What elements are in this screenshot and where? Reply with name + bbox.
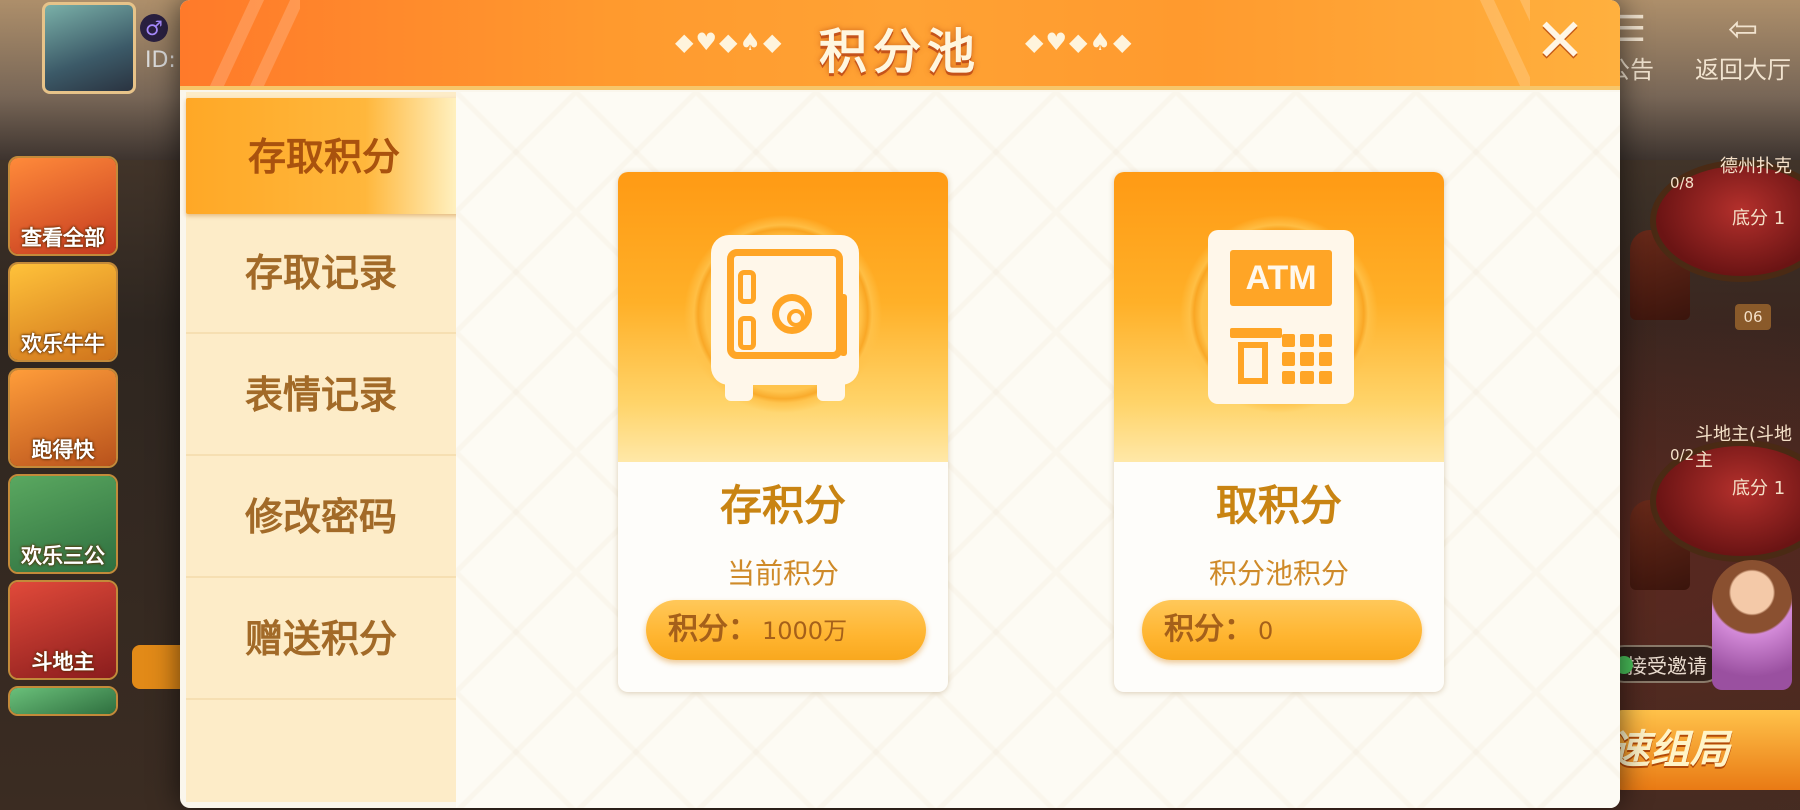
cards-icon	[10, 688, 116, 714]
game-tile-more[interactable]	[8, 686, 118, 716]
table-name: 德州扑克	[1720, 156, 1792, 177]
game-tile-label: 欢乐牛牛	[21, 332, 105, 356]
points-pool-dialog: ◆♥◆♠◆ 积分池 ◆♥◆♠◆ ✕ 存取积分 存取记录 表情记录 修改密码 赠送…	[180, 0, 1620, 808]
card-title: 存积分	[719, 481, 846, 530]
dialog-header: ◆♥◆♠◆ 积分池 ◆♥◆♠◆ ✕	[180, 0, 1620, 90]
deposit-card[interactable]: 存积分 当前积分 积分： 1000万	[618, 172, 948, 692]
card-banner	[618, 172, 948, 462]
back-arrow-icon: ⇦	[1727, 9, 1759, 50]
game-tile-label: 斗地主	[31, 650, 95, 674]
menu-item-gift-points[interactable]: 赠送积分	[186, 580, 456, 700]
menu-item-deposit-withdraw[interactable]: 存取积分	[186, 98, 462, 214]
card-banner: ATM	[1114, 172, 1444, 462]
table-base: 底分 1	[1732, 208, 1786, 229]
menu-item-records[interactable]: 存取记录	[186, 214, 456, 334]
quick-match-button[interactable]: 速组局	[1610, 710, 1800, 790]
hostess-character	[1712, 560, 1792, 690]
quick-label: 速组局	[1610, 727, 1730, 773]
points-label: 积分：	[1164, 612, 1254, 647]
seat-count: 0/8	[1670, 174, 1695, 192]
safe-icon	[711, 235, 859, 401]
accept-invite-toggle[interactable]: 接受邀请	[1605, 645, 1723, 683]
avatar[interactable]	[42, 2, 136, 94]
points-value: 1000万	[762, 617, 848, 645]
game-tile-sangong[interactable]: 欢乐三公	[8, 474, 118, 574]
withdraw-card[interactable]: ATM 取积分 积分池积分 积分： 0	[1114, 172, 1444, 692]
menu-item-emoji-records[interactable]: 表情记录	[186, 336, 456, 456]
atm-screen: ATM	[1230, 250, 1332, 306]
game-tile-label: 欢乐三公	[21, 544, 105, 568]
points-label: 积分：	[668, 612, 758, 647]
dialog-title: 积分池	[818, 24, 981, 80]
table-name: 斗地主(斗地主	[1695, 424, 1793, 471]
card-subtitle: 积分池积分	[1208, 557, 1349, 590]
back-to-hall-button[interactable]: ⇦ 返回大厅	[1688, 10, 1798, 85]
points-display: 积分： 0	[1142, 600, 1422, 660]
game-tile-all[interactable]: 查看全部	[8, 156, 118, 256]
game-list: 查看全部 欢乐牛牛 跑得快 欢乐三公 斗地主	[8, 156, 118, 722]
suit-decoration: ◆♥◆♠◆	[1025, 28, 1134, 56]
user-id-label: ID:	[145, 48, 176, 73]
content-panel: 存积分 当前积分 积分： 1000万 ATM 取积分 积分池积分 积分： 0	[456, 92, 1620, 808]
card-subtitle: 当前积分	[726, 557, 839, 590]
invite-label: 接受邀请	[1627, 654, 1707, 678]
table-number-badge: 06	[1735, 304, 1771, 330]
side-menu: 存取积分 存取记录 表情记录 修改密码 赠送积分	[186, 92, 462, 802]
points-value: 0	[1258, 617, 1274, 645]
game-tile-niuniu[interactable]: 欢乐牛牛	[8, 262, 118, 362]
game-tile-paodekuai[interactable]: 跑得快	[8, 368, 118, 468]
game-tile-label: 查看全部	[21, 226, 105, 250]
card-title: 取积分	[1215, 481, 1342, 530]
table-base: 底分 1	[1732, 478, 1786, 499]
seat-count: 0/2	[1670, 446, 1695, 464]
gender-male-icon: ♂	[140, 14, 168, 42]
menu-item-change-password[interactable]: 修改密码	[186, 458, 456, 578]
points-display: 积分： 1000万	[646, 600, 926, 660]
side-tab[interactable]	[132, 645, 182, 689]
game-tile-label: 跑得快	[31, 438, 95, 462]
game-tile-doudizhu[interactable]: 斗地主	[8, 580, 118, 680]
close-icon[interactable]: ✕	[1530, 11, 1590, 72]
back-label: 返回大厅	[1695, 56, 1791, 84]
atm-icon: ATM	[1208, 230, 1354, 404]
